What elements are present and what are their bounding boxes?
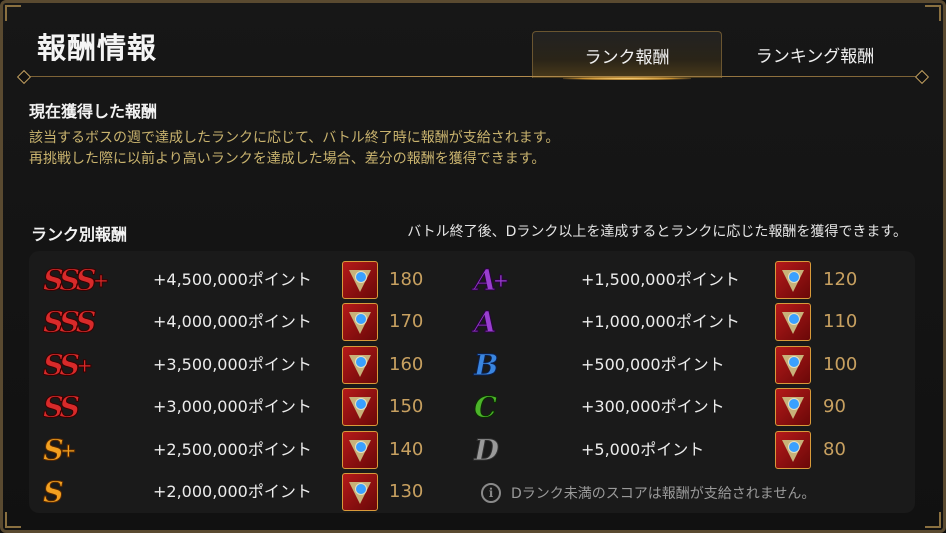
- reward-info-window: 報酬情報 ランク報酬 ランキング報酬 現在獲得した報酬 該当するボスの週で達成し…: [0, 0, 946, 533]
- reward-count: 100: [823, 354, 858, 375]
- info-message: i Dランク未満のスコアは報酬が支給されません。: [481, 481, 815, 505]
- tab-ranking-reward[interactable]: ランキング報酬: [721, 31, 909, 77]
- frame-corner: [925, 512, 941, 528]
- rank-badge: A: [474, 303, 497, 341]
- emblem-gem: [355, 483, 367, 495]
- emblem-gem: [788, 271, 800, 283]
- reward-row-right: D +5,000ポイント 80: [29, 431, 915, 469]
- current-reward-heading: 現在獲得した報酬: [29, 102, 158, 121]
- tab-rank-reward[interactable]: ランク報酬: [532, 31, 722, 80]
- emblem-gem: [788, 398, 800, 410]
- rank-letter: D: [473, 433, 499, 468]
- reward-item-icon[interactable]: [775, 431, 811, 469]
- rank-plus: +: [492, 268, 510, 293]
- reward-points: +500,000ポイント: [581, 355, 725, 374]
- reward-row-right: A +1,000,000ポイント 110: [29, 303, 915, 341]
- rank-reward-heading: ランク別報酬: [31, 225, 128, 244]
- divider-ornament: [16, 69, 32, 85]
- emblem-gem: [788, 441, 800, 453]
- reward-points: +2,000,000ポイント: [153, 482, 312, 501]
- reward-item-icon[interactable]: [775, 346, 811, 384]
- current-reward-desc-1: 該当するボスの週で達成したランクに応じて、バトル終了時に報酬が支給されます。: [29, 130, 560, 146]
- rank-reward-note: バトル終了後、Dランク以上を達成するとランクに応じた報酬を獲得できます。: [407, 224, 907, 240]
- reward-count: 120: [823, 269, 858, 290]
- rank-letter: A: [474, 263, 497, 298]
- reward-points: +1,000,000ポイント: [581, 312, 740, 331]
- rank-badge: D: [473, 431, 499, 469]
- reward-count: 130: [389, 481, 424, 502]
- reward-count: 80: [823, 439, 846, 460]
- rank-letter: A: [474, 305, 497, 340]
- title-divider: [25, 76, 925, 77]
- reward-points: +5,000ポイント: [581, 440, 705, 459]
- reward-points: +300,000ポイント: [581, 397, 725, 416]
- rank-badge: B: [474, 346, 499, 384]
- reward-item-icon[interactable]: [775, 303, 811, 341]
- emblem-gem: [788, 313, 800, 325]
- frame-corner: [925, 5, 941, 21]
- divider-ornament: [914, 69, 930, 85]
- reward-row-right: C +300,000ポイント 90: [29, 388, 915, 426]
- reward-count: 110: [823, 311, 858, 332]
- frame-corner: [5, 5, 21, 21]
- frame-corner: [5, 512, 21, 528]
- rank-badge: A+: [474, 261, 510, 299]
- info-text: Dランク未満のスコアは報酬が支給されません。: [511, 486, 816, 502]
- reward-item-icon[interactable]: [775, 388, 811, 426]
- rank-reward-panel: SSS+ +4,500,000ポイント 180 SSS +4,000,000ポイント 17…: [29, 251, 915, 513]
- current-reward-desc-2: 再挑戦した際に以前より高いランクを達成した場合、差分の報酬を獲得できます。: [29, 151, 546, 167]
- reward-row-right: A+ +1,500,000ポイント 120: [29, 261, 915, 299]
- rank-letter: B: [474, 348, 499, 383]
- emblem-gem: [788, 356, 800, 368]
- rank-badge: S: [43, 473, 65, 511]
- reward-item-icon[interactable]: [342, 473, 378, 511]
- reward-count: 90: [823, 396, 846, 417]
- window-title: 報酬情報: [37, 31, 158, 65]
- info-icon: i: [481, 483, 501, 503]
- reward-points: +1,500,000ポイント: [581, 270, 740, 289]
- rank-letter: C: [473, 390, 497, 425]
- reward-row-right: B +500,000ポイント 100: [29, 346, 915, 384]
- reward-item-icon[interactable]: [775, 261, 811, 299]
- rank-badge: C: [473, 388, 497, 426]
- rank-letter: S: [43, 475, 65, 510]
